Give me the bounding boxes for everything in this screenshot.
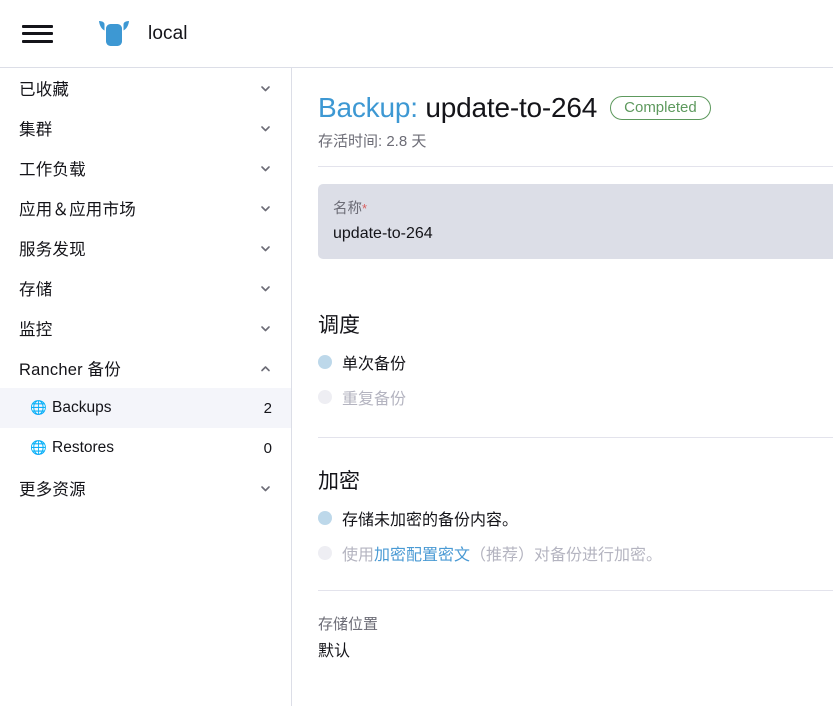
sidebar-group-label: 存储 [19, 281, 53, 299]
storage-location-block: 存储位置 默认 [318, 613, 833, 661]
globe-icon: 🌐 [30, 440, 47, 456]
chevron-down-icon [259, 162, 272, 175]
sidebar-group-more-resources[interactable]: 更多资源 [0, 468, 291, 508]
rancher-cow-logo-icon [97, 19, 131, 49]
radio-encryption-secret[interactable]: 使用加密配置密文（推荐）对备份进行加密。 [318, 541, 833, 565]
status-badge: Completed [610, 96, 711, 120]
sidebar-group-label: 集群 [19, 121, 53, 139]
radio-label-composite: 使用加密配置密文（推荐）对备份进行加密。 [342, 541, 662, 565]
radio-unselected-icon [318, 546, 332, 560]
divider [318, 590, 833, 591]
radio-encryption-none[interactable]: 存储未加密的备份内容。 [318, 506, 833, 530]
sidebar-group-storage[interactable]: 存储 [0, 268, 291, 308]
globe-icon: 🌐 [30, 400, 47, 416]
hamburger-icon[interactable] [22, 23, 53, 45]
chevron-down-icon [259, 482, 272, 495]
hamburger-bar [22, 32, 53, 35]
sidebar-group-service-discovery[interactable]: 服务发现 [0, 228, 291, 268]
radio-label: 存储未加密的备份内容。 [342, 512, 519, 529]
sidebar-item-label: Backups [52, 399, 112, 416]
sidebar-group-label: 监控 [19, 321, 53, 339]
app-root: local 已收藏 集群 工作负载 应用＆应用市场 服务发现 存储 监控 Ran… [0, 0, 833, 706]
sidebar-group-monitoring[interactable]: 监控 [0, 308, 291, 348]
sidebar-group-label: 服务发现 [19, 241, 86, 259]
radio-label: 重复备份 [342, 391, 407, 408]
main-content: Backup: update-to-264 Completed 存活时间: 2.… [292, 68, 833, 706]
sidebar-group-rancher-backup[interactable]: Rancher 备份 [0, 348, 291, 388]
sidebar-nav: 已收藏 集群 工作负载 应用＆应用市场 服务发现 存储 监控 Rancher 备… [0, 68, 292, 706]
sidebar-item-restores[interactable]: 🌐 Restores 0 [0, 428, 291, 468]
page-title: Backup: update-to-264 [318, 92, 597, 124]
radio-selected-icon [318, 355, 332, 369]
encryption-secret-link[interactable]: 加密配置密文 [374, 547, 470, 564]
name-field[interactable]: 名称* update-to-264 [318, 184, 833, 259]
divider [318, 437, 833, 438]
radio-label-suffix: （推荐）对备份进行加密。 [470, 547, 663, 564]
storage-location-value: 默认 [318, 643, 351, 660]
radio-unselected-icon [318, 390, 332, 404]
sidebar-item-label: Restores [52, 439, 115, 456]
chevron-up-icon [259, 362, 272, 375]
top-header: local [0, 0, 833, 68]
sidebar-group-label: 应用＆应用市场 [19, 201, 136, 219]
chevron-down-icon [259, 322, 272, 335]
sidebar-group-cluster[interactable]: 集群 [0, 108, 291, 148]
radio-label-prefix: 使用 [342, 547, 375, 564]
radio-selected-icon [318, 511, 332, 525]
page-title-row: Backup: update-to-264 Completed [318, 92, 833, 124]
encryption-heading: 加密 [318, 470, 360, 493]
name-field-label-text: 名称 [333, 201, 362, 217]
radio-schedule-recurring[interactable]: 重复备份 [318, 385, 833, 409]
sidebar-group-workloads[interactable]: 工作负载 [0, 148, 291, 188]
name-field-value: update-to-264 [333, 225, 433, 242]
page-title-name: update-to-264 [425, 92, 598, 123]
cluster-name-label[interactable]: local [148, 23, 188, 45]
required-mark: * [362, 201, 368, 216]
page-title-kind: Backup: [318, 92, 418, 123]
sidebar-group-apps-marketplace[interactable]: 应用＆应用市场 [0, 188, 291, 228]
sidebar-group-label: 工作负载 [19, 161, 86, 179]
chevron-down-icon [259, 242, 272, 255]
radio-label: 单次备份 [342, 356, 407, 373]
sidebar-group-label: 已收藏 [19, 81, 70, 99]
chevron-down-icon [259, 82, 272, 95]
schedule-heading: 调度 [318, 314, 360, 337]
hamburger-bar [22, 39, 53, 43]
sidebar-group-label: 更多资源 [19, 481, 86, 499]
storage-location-label: 存储位置 [318, 616, 379, 633]
sidebar-item-count: 2 [263, 399, 272, 417]
hamburger-bar [22, 24, 53, 28]
sidebar-group-favorites[interactable]: 已收藏 [0, 68, 291, 108]
radio-schedule-once[interactable]: 单次备份 [318, 350, 833, 374]
chevron-down-icon [259, 282, 272, 295]
name-field-label: 名称* [333, 197, 833, 218]
sidebar-group-label: Rancher 备份 [19, 361, 121, 379]
divider [318, 166, 833, 167]
sidebar-item-count: 0 [263, 439, 272, 457]
chevron-down-icon [259, 122, 272, 135]
chevron-down-icon [259, 202, 272, 215]
page-subtitle-age: 存活时间: 2.8 天 [318, 133, 427, 150]
sidebar-item-backups[interactable]: 🌐 Backups 2 [0, 388, 291, 428]
